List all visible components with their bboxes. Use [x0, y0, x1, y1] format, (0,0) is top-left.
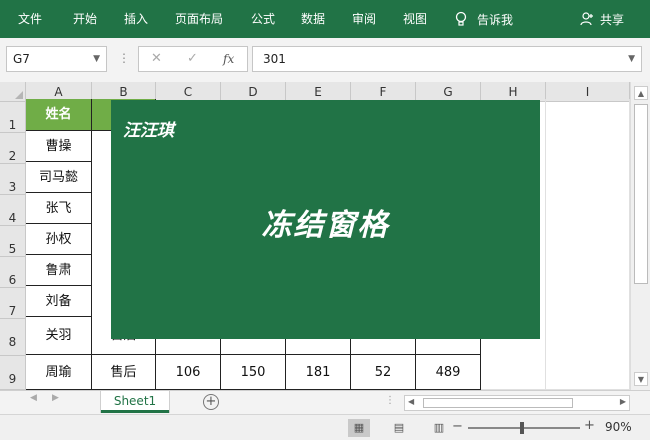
row-header-9[interactable]: 9 — [0, 356, 26, 390]
page-break-icon[interactable]: ▥ — [428, 419, 450, 437]
enter-icon[interactable]: ✓ — [187, 47, 198, 71]
cell-f9[interactable]: 52 — [351, 355, 416, 390]
cell-e9[interactable]: 181 — [286, 355, 351, 390]
excel-window: 文件 开始 插入 页面布局 公式 数据 审阅 视图 告诉我 共享 G7 ▼ ⋮ … — [0, 0, 650, 440]
cell-g9[interactable]: 489 — [416, 355, 481, 390]
row-header-2[interactable]: 2 — [0, 133, 26, 164]
tab-home[interactable]: 开始 — [73, 0, 97, 38]
cell-a2[interactable]: 曹操 — [26, 131, 92, 162]
cell-a3[interactable]: 司马懿 — [26, 162, 92, 193]
share-label: 共享 — [600, 12, 625, 27]
tab-insert[interactable]: 插入 — [124, 0, 148, 38]
insert-function-icon[interactable]: fx — [223, 47, 234, 71]
vertical-scrollbar[interactable]: ▲ ▼ — [630, 82, 650, 390]
chevron-down-icon[interactable]: ▼ — [93, 47, 100, 71]
tab-data[interactable]: 数据 — [301, 0, 325, 38]
row-header-3[interactable]: 3 — [0, 164, 26, 195]
zoom-slider-thumb[interactable] — [520, 422, 524, 434]
row-header-8[interactable]: 8 — [0, 319, 26, 356]
plus-circle-icon[interactable]: + — [203, 394, 219, 410]
column-header-f[interactable]: F — [351, 82, 416, 102]
splitter-dots-icon[interactable]: ⋮ — [118, 51, 130, 65]
cell-a6[interactable]: 鲁肃 — [26, 255, 92, 286]
prev-sheet-icon[interactable]: ◀ — [30, 393, 37, 403]
normal-view-icon[interactable]: ▦ — [348, 419, 370, 437]
row-header-7[interactable]: 7 — [0, 288, 26, 319]
row-header-4[interactable]: 4 — [0, 195, 26, 226]
sheet-tabs-bar: ◀ ▶ Sheet1 + ⋮ ◀ ▶ — [0, 390, 650, 414]
formula-input[interactable]: 301 ▼ — [252, 46, 642, 72]
row-header-6[interactable]: 6 — [0, 257, 26, 288]
tab-review[interactable]: 审阅 — [352, 0, 376, 38]
cell-a7[interactable]: 刘备 — [26, 286, 92, 317]
scroll-up-icon[interactable]: ▲ — [634, 86, 648, 100]
row-header-1[interactable]: 1 — [0, 102, 26, 133]
cell-a9[interactable]: 周瑜 — [26, 355, 92, 390]
column-header-c[interactable]: C — [156, 82, 221, 102]
cancel-icon[interactable]: ✕ — [151, 47, 162, 71]
vertical-scroll-thumb[interactable] — [634, 104, 648, 284]
cell-a4[interactable]: 张飞 — [26, 193, 92, 224]
person-icon — [580, 12, 593, 26]
next-sheet-icon[interactable]: ▶ — [52, 393, 59, 403]
column-header-g[interactable]: G — [416, 82, 481, 102]
column-i-area[interactable] — [546, 99, 630, 390]
cell-c9[interactable]: 106 — [156, 355, 221, 390]
tab-file[interactable]: 文件 — [18, 0, 42, 38]
tab-page-layout[interactable]: 页面布局 — [175, 0, 223, 38]
lightbulb-icon — [455, 11, 467, 26]
tab-formulas[interactable]: 公式 — [251, 0, 275, 38]
column-header-e[interactable]: E — [286, 82, 351, 102]
formula-bar: G7 ▼ ⋮ ✕ ✓ fx 301 ▼ — [0, 38, 650, 82]
row-header-5[interactable]: 5 — [0, 226, 26, 257]
banner-title: 冻结窗格 — [261, 208, 390, 243]
brand-watermark: 汪汪琪 — [123, 121, 174, 141]
zoom-in-icon[interactable]: + — [584, 418, 595, 433]
zoom-level[interactable]: 90% — [605, 420, 632, 434]
cell-a5[interactable]: 孙权 — [26, 224, 92, 255]
tab-view[interactable]: 视图 — [403, 0, 427, 38]
name-box-value: G7 — [13, 52, 30, 66]
cell-a8[interactable]: 关羽 — [26, 317, 92, 355]
horizontal-scrollbar[interactable]: ◀ ▶ — [404, 395, 630, 411]
ribbon: 文件 开始 插入 页面布局 公式 数据 审阅 视图 告诉我 共享 — [0, 0, 650, 38]
share-button[interactable]: 共享 — [580, 0, 624, 38]
status-bar: ▦ ▤ ▥ − + 90% — [0, 414, 650, 440]
zoom-out-icon[interactable]: − — [452, 419, 463, 434]
formula-buttons: ✕ ✓ fx — [138, 46, 248, 72]
cell-d9[interactable]: 150 — [221, 355, 286, 390]
chevron-down-icon[interactable]: ▼ — [628, 47, 635, 71]
column-header-d[interactable]: D — [221, 82, 286, 102]
page-layout-icon[interactable]: ▤ — [388, 419, 410, 437]
select-all-button[interactable] — [0, 82, 26, 102]
tell-me-box[interactable]: 告诉我 — [455, 0, 513, 38]
zoom-slider[interactable] — [468, 422, 580, 434]
formula-value: 301 — [263, 52, 286, 66]
horizontal-scroll-thumb[interactable] — [423, 398, 573, 408]
cell-a1[interactable]: 姓名 — [26, 99, 92, 131]
tell-me-label: 告诉我 — [477, 12, 514, 27]
sheet-tab-sheet1[interactable]: Sheet1 — [101, 391, 169, 413]
tab-splitter-icon[interactable]: ⋮ — [385, 395, 395, 406]
name-box[interactable]: G7 ▼ — [6, 46, 107, 72]
scroll-right-icon[interactable]: ▶ — [620, 397, 626, 406]
scroll-left-icon[interactable]: ◀ — [408, 397, 414, 406]
scroll-down-icon[interactable]: ▼ — [634, 372, 648, 386]
cell-b9[interactable]: 售后 — [92, 355, 156, 390]
tutorial-banner: 汪汪琪 冻结窗格 — [111, 100, 540, 339]
